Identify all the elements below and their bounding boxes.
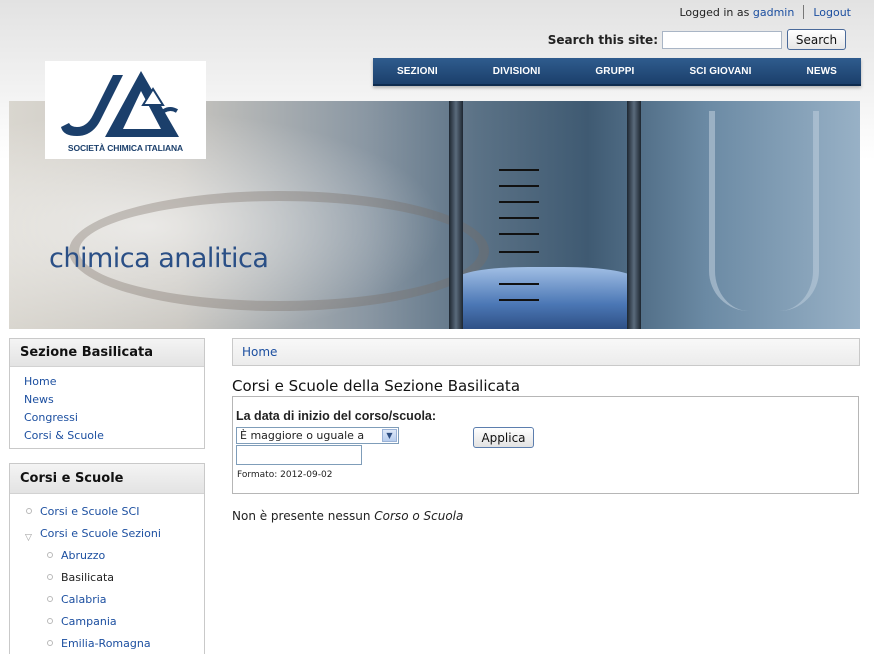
region-emilia-romagna[interactable]: Emilia-Romagna bbox=[61, 637, 151, 650]
region-basilicata-current: Basilicata bbox=[61, 571, 115, 584]
filter-label: La data di inizio del corso/scuola: bbox=[236, 409, 437, 423]
site-search: Search this site: Search bbox=[548, 29, 846, 50]
circle-bullet-icon bbox=[47, 574, 53, 580]
breadcrumb: Home bbox=[232, 338, 860, 366]
circle-bullet-icon bbox=[47, 596, 53, 602]
banner-tick bbox=[499, 233, 539, 235]
region-campania[interactable]: Campania bbox=[61, 615, 117, 628]
circle-bullet-icon bbox=[26, 508, 32, 514]
region-item: Emilia-Romagna bbox=[10, 633, 204, 654]
main-nav: SEZIONI DIVISIONI GRUPPI SCI GIOVANI NEW… bbox=[373, 58, 861, 86]
logo-caption: SOCIETÀ CHIMICA ITALIANA bbox=[67, 143, 184, 153]
circle-bullet-icon bbox=[47, 552, 53, 558]
region-abruzzo[interactable]: Abruzzo bbox=[61, 549, 105, 562]
courses-sezioni-link[interactable]: Corsi e Scuole Sezioni bbox=[40, 527, 161, 540]
username-link[interactable]: gadmin bbox=[753, 6, 794, 19]
section-menu-home[interactable]: Home bbox=[24, 375, 56, 388]
operator-select[interactable]: È maggiore o uguale a ▼ bbox=[236, 427, 399, 444]
banner-tick bbox=[499, 201, 539, 203]
nav-sezioni[interactable]: SEZIONI bbox=[397, 66, 438, 77]
logout-link[interactable]: Logout bbox=[813, 6, 851, 19]
banner-tick bbox=[499, 169, 539, 171]
banner-tick bbox=[499, 251, 539, 253]
section-menu-news[interactable]: News bbox=[24, 393, 54, 406]
region-item: Campania bbox=[10, 611, 204, 633]
date-filter-form: La data di inizio del corso/scuola: È ma… bbox=[232, 396, 859, 494]
region-item: Basilicata bbox=[10, 567, 204, 589]
logged-in-label: Logged in as bbox=[679, 5, 750, 19]
search-label: Search this site: bbox=[547, 32, 658, 47]
banner-liquid bbox=[457, 267, 635, 329]
nav-gruppi[interactable]: GRUPPI bbox=[595, 66, 634, 77]
section-menu-corsi-scuole[interactable]: Corsi & Scuole bbox=[24, 429, 104, 442]
date-input[interactable] bbox=[236, 445, 362, 465]
nav-news[interactable]: NEWS bbox=[807, 66, 837, 77]
format-hint: Formato: 2012-09-02 bbox=[237, 470, 333, 480]
section-menu-title: Sezione Basilicata bbox=[10, 339, 204, 367]
search-button[interactable]: Search bbox=[787, 29, 846, 50]
region-item: Abruzzo bbox=[10, 545, 204, 567]
user-bar: Logged in as gadmin Logout bbox=[679, 5, 851, 19]
region-calabria[interactable]: Calabria bbox=[61, 593, 107, 606]
banner-tick bbox=[499, 185, 539, 187]
banner-title: chimica analitica bbox=[49, 243, 269, 274]
chevron-down-icon[interactable]: ▼ bbox=[382, 429, 397, 442]
banner-rod bbox=[627, 101, 641, 329]
nav-divisioni[interactable]: DIVISIONI bbox=[493, 66, 541, 77]
empty-message-prefix: Non è presente nessun bbox=[232, 509, 371, 523]
banner-flask bbox=[709, 111, 819, 311]
circle-bullet-icon bbox=[47, 618, 53, 624]
page-title: Corsi e Scuole della Sezione Basilicata bbox=[232, 377, 521, 395]
empty-message-item: Corso o Scuola bbox=[374, 509, 464, 523]
breadcrumb-home[interactable]: Home bbox=[242, 345, 277, 359]
section-menu-congressi[interactable]: Congressi bbox=[24, 411, 78, 424]
banner-tick bbox=[499, 299, 539, 301]
banner-tick bbox=[499, 217, 539, 219]
courses-sci-link[interactable]: Corsi e Scuole SCI bbox=[40, 505, 139, 518]
apply-button[interactable]: Applica bbox=[473, 427, 534, 448]
divider bbox=[803, 5, 805, 19]
section-menu: Sezione Basilicata Home News Congressi C… bbox=[9, 338, 205, 449]
courses-menu: Corsi e Scuole Corsi e Scuole SCI ▽ Cors… bbox=[9, 463, 205, 654]
courses-menu-item: ▽ Corsi e Scuole Sezioni bbox=[10, 523, 204, 545]
banner-tick bbox=[499, 283, 539, 285]
banner-rod bbox=[449, 101, 463, 329]
search-input[interactable] bbox=[662, 30, 782, 49]
operator-selected: È maggiore o uguale a bbox=[240, 429, 365, 442]
courses-menu-item: Corsi e Scuole SCI bbox=[10, 501, 204, 523]
empty-message: Non è presente nessun Corso o Scuola bbox=[232, 509, 463, 523]
circle-bullet-icon bbox=[47, 640, 53, 646]
courses-menu-title: Corsi e Scuole bbox=[10, 464, 204, 494]
nav-sci-giovani[interactable]: SCI GIOVANI bbox=[689, 66, 751, 77]
sci-logo[interactable]: SOCIETÀ CHIMICA ITALIANA bbox=[45, 61, 206, 159]
region-item: Calabria bbox=[10, 589, 204, 611]
